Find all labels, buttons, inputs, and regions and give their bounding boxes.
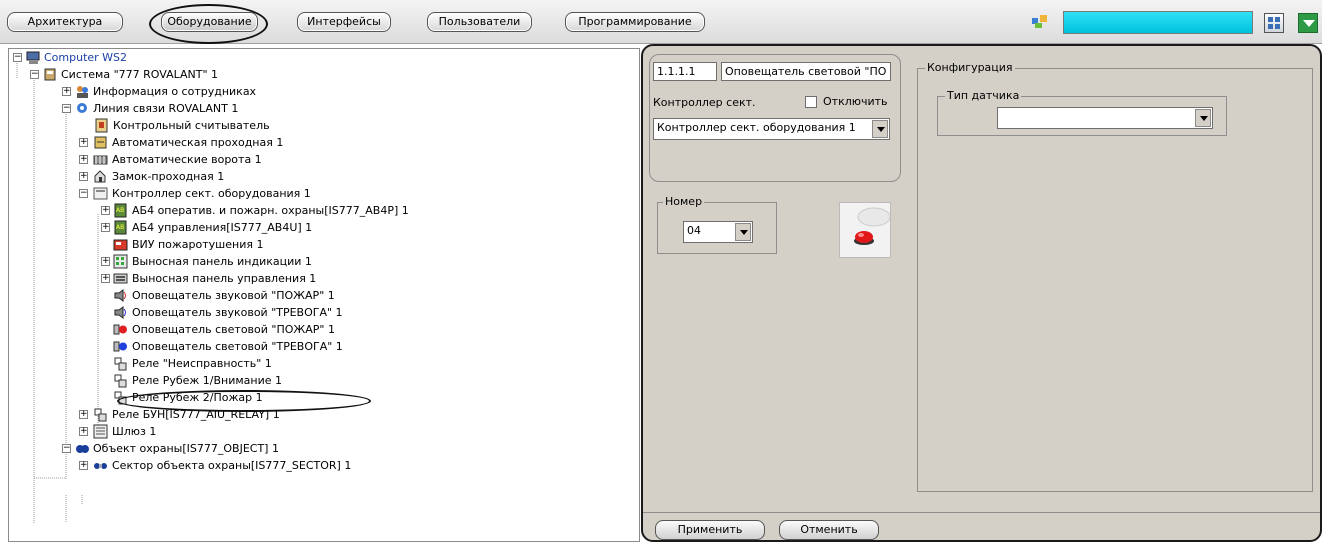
tab-interfaces[interactable]: Интерфейсы xyxy=(297,12,391,32)
tab-programming[interactable]: Программирование xyxy=(565,12,705,32)
config-group-title: Конфигурация xyxy=(925,61,1015,74)
light-beacon-icon xyxy=(113,341,127,352)
highlight-ellipse xyxy=(117,390,371,412)
beacon-icon xyxy=(854,207,891,245)
divider xyxy=(643,512,1320,513)
apply-button[interactable]: Применить xyxy=(655,520,765,540)
disable-checkbox[interactable] xyxy=(805,96,817,108)
extinguisher-icon xyxy=(113,239,128,251)
properties-panel: 1.1.1.1 Оповещатель световой "ПО Контрол… xyxy=(641,44,1322,542)
gateway-icon xyxy=(93,424,108,439)
relay-icon xyxy=(114,357,127,371)
number-group-title: Номер xyxy=(663,195,705,208)
controller-select-value: Контроллер сект. оборудования 1 xyxy=(657,121,856,134)
disable-label: Отключить xyxy=(823,95,888,108)
id-field[interactable]: 1.1.1.1 xyxy=(653,62,717,81)
indicator-panel-icon xyxy=(113,254,128,269)
sector-icon xyxy=(94,463,107,469)
sensor-type-title: Тип датчика xyxy=(945,89,1022,102)
svg-text:AB: AB xyxy=(116,224,124,231)
staff-icon xyxy=(77,86,88,98)
controller-icon xyxy=(93,187,108,200)
chevron-down-icon[interactable] xyxy=(1195,109,1211,127)
keypad-icon xyxy=(113,273,128,284)
relay-icon xyxy=(94,408,107,422)
tab-architecture[interactable]: Архитектура xyxy=(7,12,123,32)
number-select-value: 04 xyxy=(687,224,701,237)
controller-select[interactable]: Контроллер сект. оборудования 1 xyxy=(653,118,890,140)
system-icon xyxy=(44,68,56,81)
light-beacon-icon xyxy=(113,324,127,335)
object-icon xyxy=(76,445,89,453)
device-image xyxy=(839,202,891,258)
gate-icon xyxy=(93,155,108,165)
relay-icon xyxy=(114,374,127,388)
sensor-type-select[interactable] xyxy=(997,107,1213,129)
siren-icon xyxy=(114,306,126,319)
number-select[interactable]: 04 xyxy=(683,221,753,243)
dropdown-arrow-icon[interactable] xyxy=(1298,13,1318,33)
ab4-icon: AB xyxy=(114,203,127,218)
controller-label: Контроллер сект. xyxy=(653,96,756,109)
ab4-icon: AB xyxy=(114,220,127,235)
comm-line-icon xyxy=(77,103,87,113)
name-field[interactable]: Оповещатель световой "ПО xyxy=(721,62,891,81)
cancel-button[interactable]: Отменить xyxy=(779,520,879,540)
chevron-down-icon[interactable] xyxy=(735,223,751,241)
svg-text:AB: AB xyxy=(116,207,124,214)
lock-icon xyxy=(94,170,106,183)
chevron-down-icon[interactable] xyxy=(872,120,888,138)
tab-users[interactable]: Пользователи xyxy=(427,12,532,32)
equipment-tree[interactable]: − Computer WS2 − Система "777 ROVALANT" … xyxy=(8,48,640,542)
status-field[interactable] xyxy=(1063,11,1253,34)
turnstile-icon xyxy=(94,136,107,149)
user-config-icon[interactable] xyxy=(1031,13,1049,29)
computer-icon xyxy=(26,51,40,64)
top-toolbar: Архитектура Оборудование Интерфейсы Поль… xyxy=(0,0,1322,44)
siren-icon xyxy=(114,289,126,302)
layout-icon[interactable] xyxy=(1264,13,1284,33)
reader-icon xyxy=(95,118,108,133)
highlight-ellipse xyxy=(149,4,268,44)
